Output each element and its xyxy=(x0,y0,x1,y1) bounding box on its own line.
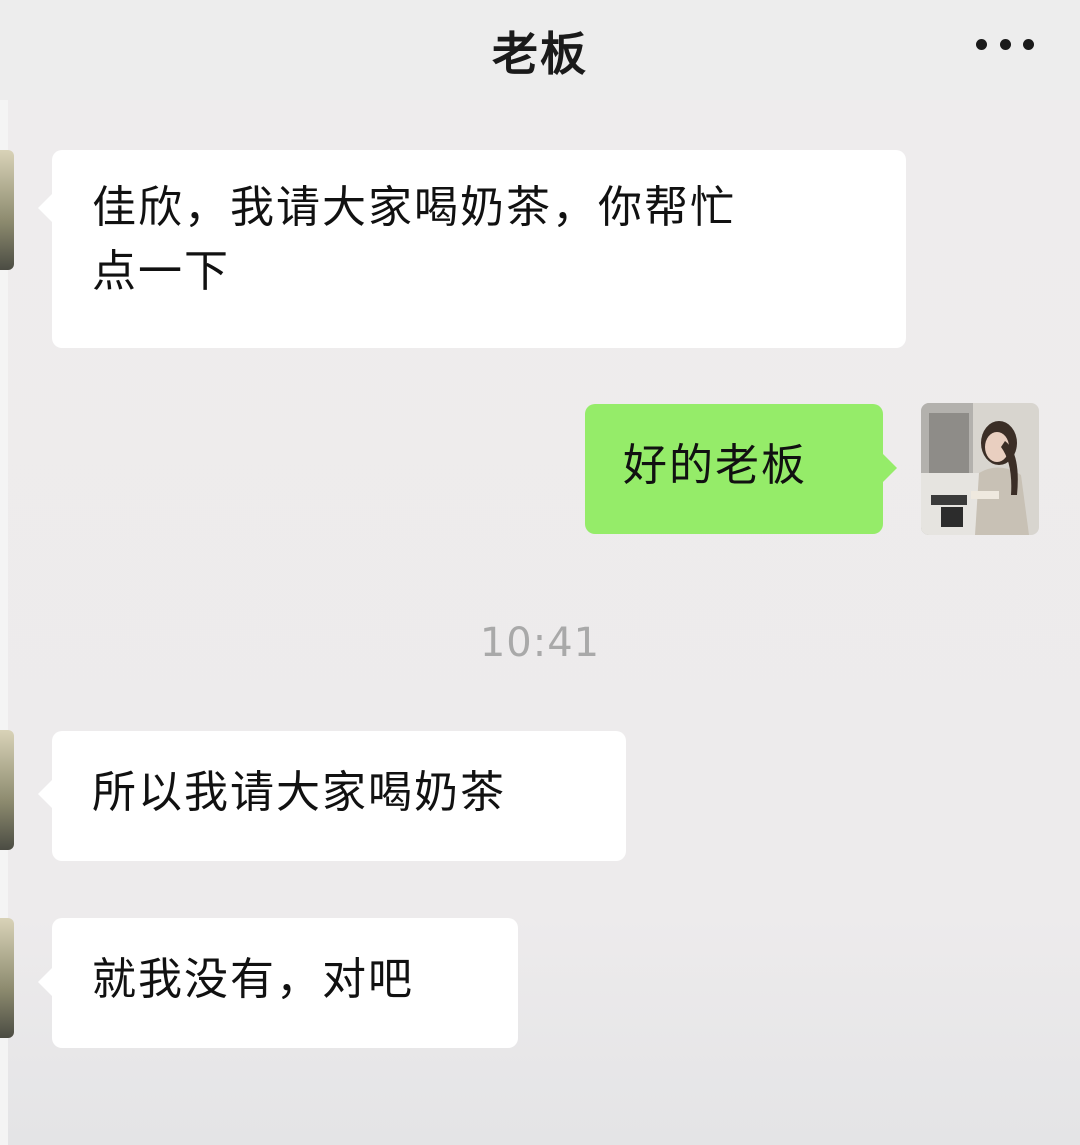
bubble-tail xyxy=(38,780,52,808)
message-text: 就我没有，对吧 xyxy=(92,954,414,1005)
bubble-tail xyxy=(883,454,897,482)
message-bubble-incoming[interactable]: 佳欣，我请大家喝奶茶，你帮忙 点一下 xyxy=(52,150,906,348)
message-bubble-incoming[interactable]: 就我没有，对吧 xyxy=(52,918,518,1048)
bubble-tail xyxy=(38,968,52,996)
dot xyxy=(976,38,987,50)
message-text: 点一下 xyxy=(92,246,230,297)
chat-title: 老板 xyxy=(492,27,588,81)
chat-screen: 老板 佳欣，我请大家喝奶茶，你帮忙 点一下 好的老板 10:41 所以我请大家喝… xyxy=(0,0,1080,1145)
avatar-photo-icon xyxy=(921,403,1039,535)
message-bubble-incoming[interactable]: 所以我请大家喝奶茶 xyxy=(52,731,626,861)
nav-bar: 老板 xyxy=(0,0,1080,100)
contact-avatar[interactable] xyxy=(0,150,14,270)
dot xyxy=(1023,38,1034,50)
dot xyxy=(999,38,1011,50)
message-text: 所以我请大家喝奶茶 xyxy=(92,767,506,818)
message-text: 佳欣，我请大家喝奶茶，你帮忙 xyxy=(92,182,736,233)
user-avatar[interactable] xyxy=(921,403,1039,535)
contact-avatar[interactable] xyxy=(0,730,14,850)
bubble-tail xyxy=(38,194,52,222)
message-text: 好的老板 xyxy=(623,440,807,491)
contact-avatar[interactable] xyxy=(0,918,14,1038)
more-dots-icon[interactable] xyxy=(970,22,1040,66)
message-timestamp: 10:41 xyxy=(479,620,601,666)
message-bubble-outgoing[interactable]: 好的老板 xyxy=(585,404,883,534)
